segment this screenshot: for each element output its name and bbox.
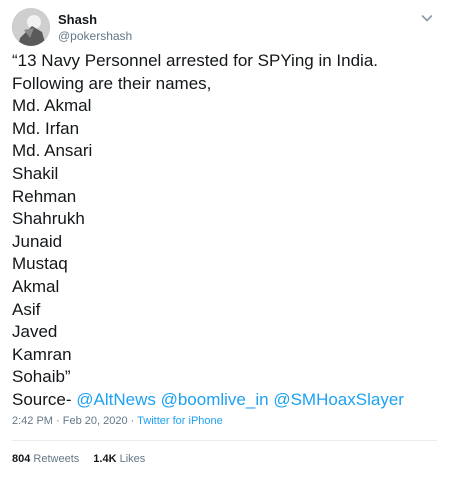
author-handle[interactable]: @pokershash xyxy=(58,28,132,44)
tweet-line: Rehman xyxy=(12,186,77,206)
meta-separator: · xyxy=(52,415,63,427)
mention-link[interactable]: @SMHoaxSlayer xyxy=(273,390,404,409)
likes-count: 1.4K xyxy=(93,453,117,465)
mention-link[interactable]: @AltNews xyxy=(76,390,156,409)
retweets-stat[interactable]: 804 Retweets xyxy=(12,453,79,465)
likes-stat[interactable]: 1.4K Likes xyxy=(93,453,145,465)
retweets-label: Retweets xyxy=(33,453,80,465)
avatar[interactable] xyxy=(12,8,50,46)
tweet-date[interactable]: Feb 20, 2020 xyxy=(63,415,128,427)
engagement-stats: 804 Retweets 1.4K Likes xyxy=(12,453,145,465)
source-prefix: Source- xyxy=(12,389,77,409)
tweet-line: Md. Ansari xyxy=(12,141,93,161)
tweet-line: Akmal xyxy=(12,276,60,296)
tweet-line: “13 Navy Personnel arrested for SPYing i… xyxy=(12,51,379,70)
tweet-timestamp: 2:42 PM · Feb 20, 2020 · Twitter for iPh… xyxy=(12,415,223,427)
tweet-time[interactable]: 2:42 PM xyxy=(12,415,53,427)
tweet-source-link[interactable]: Twitter for iPhone xyxy=(137,415,223,427)
tweet-line: Junaid xyxy=(12,231,63,251)
tweet-line: Mustaq xyxy=(12,254,68,274)
tweet-line: Md. Irfan xyxy=(12,118,80,138)
divider xyxy=(12,440,437,441)
tweet-text: “13 Navy Personnel arrested for SPYing i… xyxy=(12,50,437,412)
tweet-line: Shahrukh xyxy=(12,209,85,229)
tweet-line: Md. Akmal xyxy=(12,96,92,116)
meta-separator: · xyxy=(127,415,138,427)
author-display-name[interactable]: Shash xyxy=(58,12,132,28)
tweet-line: Following are their names, xyxy=(12,73,212,93)
source-line: Source- @AltNews @boomlive_in @SMHoaxSla… xyxy=(12,389,437,412)
tweet-line: Javed xyxy=(12,322,58,342)
retweets-count: 804 xyxy=(12,453,31,465)
likes-label: Likes xyxy=(119,453,146,465)
tweet-line: Asif xyxy=(12,299,41,319)
chevron-down-icon[interactable] xyxy=(419,10,435,26)
mention-link[interactable]: @boomlive_in xyxy=(161,390,269,409)
author-block[interactable]: Shash @pokershash xyxy=(58,12,132,44)
tweet-line: Sohaib” xyxy=(12,367,71,387)
tweet-line: Shakil xyxy=(12,163,59,183)
tweet-card: Shash @pokershash “13 Navy Personnel arr… xyxy=(0,0,449,478)
tweet-line: Kamran xyxy=(12,344,72,364)
